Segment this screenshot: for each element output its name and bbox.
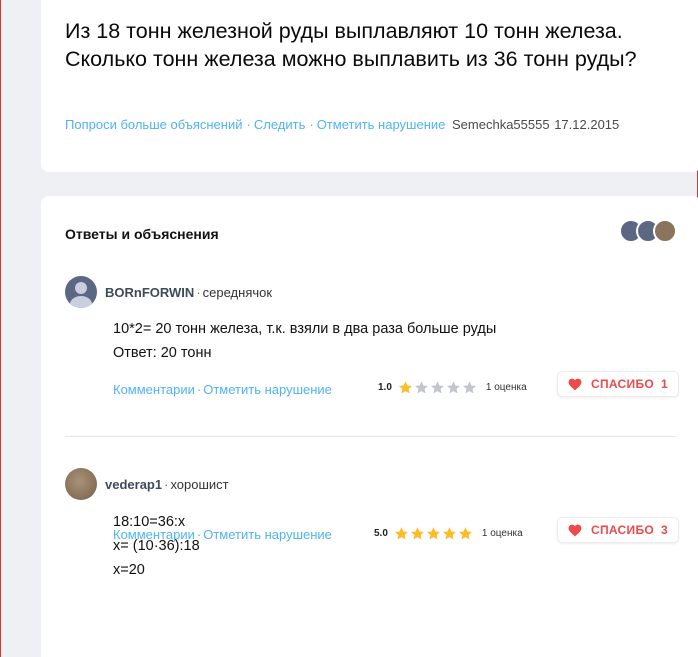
separator-dot: ·	[196, 285, 201, 300]
answers-section-title: Ответы и объяснения	[65, 226, 219, 242]
question-card: Из 18 тонн железной руды выплавляют 10 т…	[41, 0, 698, 172]
answer-line: Ответ: 20 тонн	[113, 345, 212, 361]
default-avatar-icon[interactable]	[65, 276, 97, 308]
answer-actions: Комментарии · Отметить нарушение	[113, 527, 332, 542]
answer-line: x=20	[113, 562, 145, 578]
star-icon[interactable]	[414, 380, 429, 395]
report-link[interactable]: Отметить нарушение	[203, 527, 332, 542]
star-icon[interactable]	[410, 526, 425, 541]
ask-more-link[interactable]: Попроси больше объяснений	[65, 117, 243, 132]
rating-count: 1 оценка	[481, 528, 523, 539]
answer-username[interactable]: vederap1	[105, 477, 162, 492]
answer-user-line: BORnFORWIN · середнячок	[105, 285, 272, 300]
answer-user-line: vederap1 · хорошист	[105, 477, 229, 492]
question-text: Из 18 тонн железной руды выплавляют 10 т…	[65, 19, 637, 71]
rating-score: 5.0	[374, 528, 388, 539]
rating-count: 1 оценка	[485, 382, 527, 393]
question-author[interactable]: Semechka55555	[452, 117, 550, 132]
thanks-button[interactable]: СПАСИБО 1	[558, 372, 678, 396]
thanks-count: 3	[661, 523, 668, 537]
star-icon[interactable]	[458, 526, 473, 541]
answers-card: Ответы и объяснения BORnFORWIN · середнячо…	[41, 196, 698, 657]
answer-body: 10*2= 20 тонн железа, т.к. взяли в два р…	[113, 317, 496, 365]
rating-stars[interactable]	[394, 526, 474, 541]
comments-link[interactable]: Комментарии	[113, 382, 195, 397]
answer-user-rank: середнячок	[202, 285, 273, 300]
heart-icon	[568, 378, 582, 390]
star-icon[interactable]	[430, 380, 445, 395]
heart-icon	[568, 524, 582, 536]
answer-body: 18:10=36:x x= (10·36):18 x=20	[113, 510, 200, 582]
answerer-avatars	[619, 219, 679, 243]
rating-stars[interactable]	[398, 380, 478, 395]
report-link[interactable]: Отметить нарушение	[203, 382, 332, 397]
report-link[interactable]: Отметить нарушение	[317, 117, 446, 132]
answer-username[interactable]: BORnFORWIN	[105, 285, 194, 300]
thanks-count: 1	[661, 377, 668, 391]
answer-actions: Комментарии · Отметить нарушение	[113, 382, 332, 397]
star-icon[interactable]	[394, 526, 409, 541]
star-icon[interactable]	[446, 380, 461, 395]
thanks-label: СПАСИБО	[591, 377, 655, 391]
answer-line: 10*2= 20 тонн железа, т.к. взяли в два р…	[113, 321, 497, 337]
avatar[interactable]	[65, 468, 97, 500]
star-icon[interactable]	[398, 380, 413, 395]
top-avatar-row	[41, 0, 698, 2]
separator-dot: ·	[196, 527, 202, 542]
answer-divider	[65, 436, 677, 437]
separator-dot: ·	[196, 382, 202, 397]
star-icon[interactable]	[442, 526, 457, 541]
separator-dot: ·	[246, 117, 251, 132]
thanks-button[interactable]: СПАСИБО 3	[558, 518, 678, 542]
separator-dot: ·	[164, 477, 169, 492]
question-meta: Попроси больше объяснений · Следить · Отмети…	[65, 117, 619, 132]
question-date: 17.12.2015	[554, 117, 620, 132]
avatar[interactable]	[653, 219, 677, 243]
thanks-label: СПАСИБО	[591, 523, 655, 537]
follow-link[interactable]: Следить	[254, 117, 306, 132]
star-icon[interactable]	[426, 526, 441, 541]
comments-link[interactable]: Комментарии	[113, 527, 195, 542]
answer-rating: 1.0 1 оценка	[378, 380, 527, 395]
rating-score: 1.0	[378, 382, 392, 393]
separator-dot: ·	[309, 117, 314, 132]
answer-user-rank: хорошист	[170, 477, 229, 492]
answer-rating: 5.0 1 оценка	[374, 526, 523, 541]
star-icon[interactable]	[462, 380, 477, 395]
